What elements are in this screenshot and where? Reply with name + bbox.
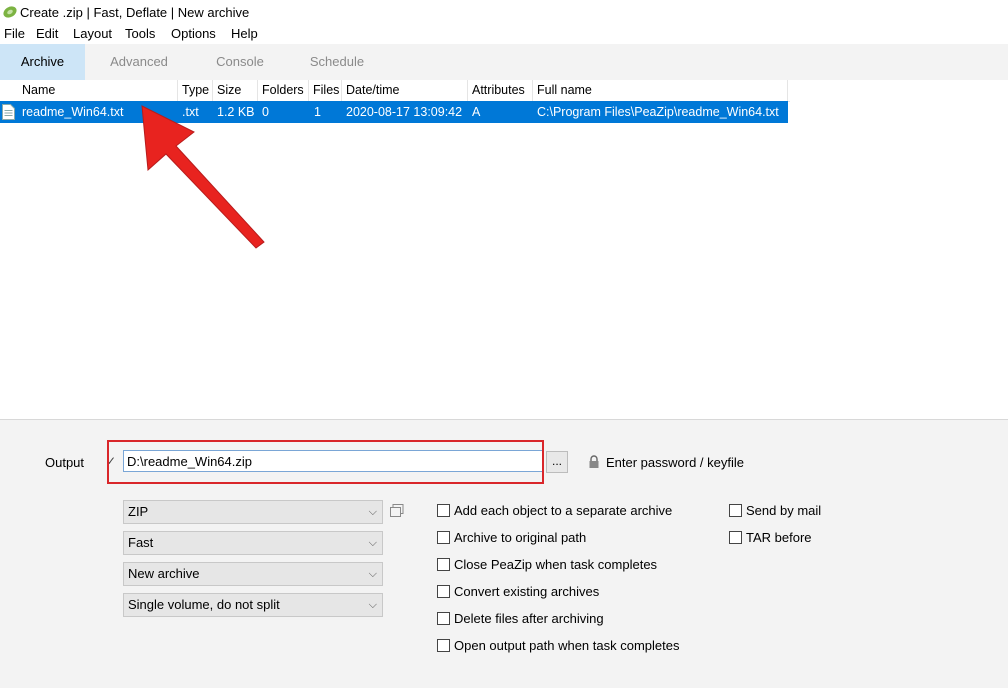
option-label: Send by mail	[746, 503, 822, 518]
menu-tools[interactable]: Tools	[125, 26, 155, 41]
option-label: TAR before	[746, 530, 812, 545]
menu-edit[interactable]: Edit	[36, 26, 58, 41]
split-select[interactable]: Single volume, do not split ⌵	[123, 593, 383, 617]
menu-layout[interactable]: Layout	[73, 26, 112, 41]
checkbox[interactable]	[437, 585, 450, 598]
output-check-icon: ✓	[106, 454, 117, 468]
format-select-value: ZIP	[128, 504, 149, 519]
column-attributes[interactable]: Attributes	[468, 80, 533, 101]
column-folders[interactable]: Folders	[258, 80, 309, 101]
title-bar: Create .zip | Fast, Deflate | New archiv…	[0, 0, 1008, 24]
column-size[interactable]: Size	[213, 80, 258, 101]
checkbox[interactable]	[437, 639, 450, 652]
option-convert-archives[interactable]: Convert existing archives	[437, 584, 599, 600]
option-label: Delete files after archiving	[454, 611, 604, 626]
menu-file[interactable]: File	[4, 26, 25, 41]
option-separate-archive[interactable]: Add each object to a separate archive	[437, 503, 672, 519]
table-row[interactable]: readme_Win64.txt .txt 1.2 KB 0 1 2020-08…	[0, 101, 788, 123]
cell-name: readme_Win64.txt	[22, 105, 124, 119]
checkbox[interactable]	[729, 504, 742, 517]
option-original-path[interactable]: Archive to original path	[437, 530, 586, 546]
cell-datetime: 2020-08-17 13:09:42	[346, 105, 463, 119]
option-label: Close PeaZip when task completes	[454, 557, 658, 572]
menu-bar: File Edit Layout Tools Options Help	[0, 24, 1008, 44]
option-label: Convert existing archives	[454, 584, 600, 599]
menu-help[interactable]: Help	[231, 26, 258, 41]
format-select[interactable]: ZIP ⌵	[123, 500, 383, 524]
option-delete-files[interactable]: Delete files after archiving	[437, 611, 604, 627]
browse-button[interactable]: ...	[546, 451, 568, 473]
peazip-leaf-icon	[3, 6, 17, 18]
cell-fullname: C:\Program Files\PeaZip\readme_Win64.txt	[537, 105, 779, 119]
checkbox[interactable]	[729, 531, 742, 544]
output-label: Output	[45, 455, 85, 470]
option-label: Open output path when task completes	[454, 638, 680, 653]
tab-bar: Archive Advanced Console Schedule	[0, 44, 1008, 80]
column-type[interactable]: Type	[178, 80, 213, 101]
column-datetime[interactable]: Date/time	[342, 80, 468, 101]
tab-advanced[interactable]: Advanced	[96, 44, 182, 80]
option-open-output-path[interactable]: Open output path when task completes	[437, 638, 679, 654]
text-file-icon	[2, 104, 15, 120]
red-arrow-annotation	[141, 105, 265, 249]
option-tar-before[interactable]: TAR before	[729, 530, 812, 546]
mode-select-value: New archive	[128, 566, 200, 581]
cell-attributes: A	[472, 105, 481, 119]
checkbox[interactable]	[437, 612, 450, 625]
column-name[interactable]: Name	[18, 80, 178, 101]
column-header: Name Type Size Folders Files Date/time A…	[0, 80, 790, 102]
tab-archive[interactable]: Archive	[0, 44, 85, 80]
enter-password-link[interactable]: Enter password / keyfile	[606, 455, 744, 470]
tab-schedule[interactable]: Schedule	[294, 44, 380, 80]
tab-console[interactable]: Console	[197, 44, 283, 80]
options-icon[interactable]	[389, 503, 405, 519]
chevron-down-icon: ⌵	[368, 537, 377, 549]
checkbox[interactable]	[437, 504, 450, 517]
checkbox[interactable]	[437, 531, 450, 544]
output-path-input[interactable]	[123, 450, 543, 472]
column-files[interactable]: Files	[309, 80, 342, 101]
chevron-down-icon: ⌵	[368, 568, 377, 580]
column-fullname[interactable]: Full name	[533, 80, 788, 101]
split-select-value: Single volume, do not split	[128, 597, 280, 612]
chevron-down-icon: ⌵	[368, 599, 377, 611]
menu-options[interactable]: Options	[171, 26, 216, 41]
option-send-by-mail[interactable]: Send by mail	[729, 503, 821, 519]
settings-panel: Output ✓ ... Enter password / keyfile ZI…	[0, 420, 1008, 688]
window-title: Create .zip | Fast, Deflate | New archiv…	[20, 5, 250, 20]
level-select-value: Fast	[128, 535, 154, 550]
chevron-down-icon: ⌵	[368, 506, 377, 518]
level-select[interactable]: Fast ⌵	[123, 531, 383, 555]
checkbox[interactable]	[437, 558, 450, 571]
cell-files: 1	[314, 105, 321, 119]
option-label: Archive to original path	[454, 530, 587, 545]
mode-select[interactable]: New archive ⌵	[123, 562, 383, 586]
option-close-peazip[interactable]: Close PeaZip when task completes	[437, 557, 657, 573]
lock-icon	[589, 455, 599, 468]
option-label: Add each object to a separate archive	[454, 503, 673, 518]
